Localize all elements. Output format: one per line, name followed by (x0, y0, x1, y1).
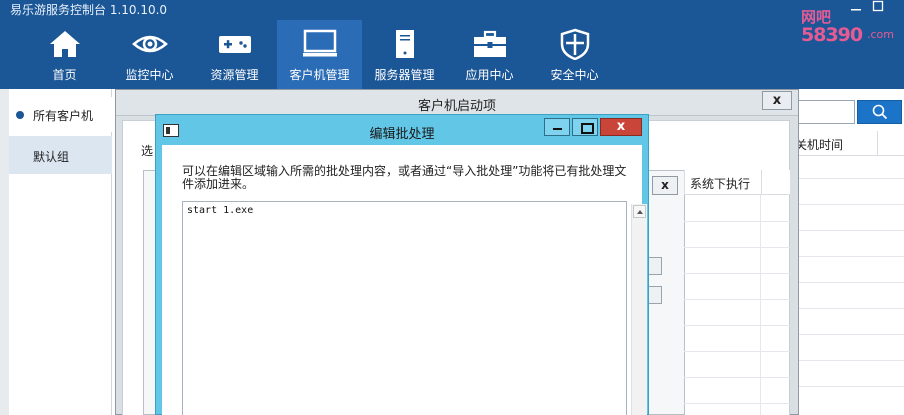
search-input[interactable] (798, 100, 855, 124)
scroll-up-icon[interactable] (633, 205, 646, 218)
nav-label: 首页 (52, 68, 77, 82)
scroll-button[interactable] (648, 257, 662, 275)
tree-item-label: 所有客户机 (33, 109, 94, 123)
table-row (684, 403, 790, 404)
close-button[interactable]: x (762, 91, 792, 110)
table-row (684, 351, 790, 352)
client-table-column (790, 131, 904, 415)
column-header-shutdown-time: 关机时间 (795, 138, 844, 152)
table-row (790, 386, 904, 387)
table-row (684, 273, 790, 274)
scroll-button[interactable] (648, 286, 662, 304)
nav-label: 资源管理 (210, 68, 259, 82)
nav-label: 安全中心 (550, 68, 599, 82)
table-header: 关机时间 (790, 131, 904, 156)
nav-monitor-center[interactable]: 监控中心 (107, 20, 192, 89)
column-divider (761, 170, 762, 195)
dialog-description: 可以在编辑区域输入所需的批处理内容，或者通过“导入批处理”功能将已有批处理文件添… (182, 164, 627, 191)
search-button[interactable] (857, 100, 902, 124)
watermark-line3: .com (867, 28, 894, 41)
close-button[interactable]: x (600, 118, 642, 136)
table-row (790, 178, 904, 179)
table-row (684, 221, 790, 222)
tree-item-label: 默认组 (33, 150, 70, 164)
table-row (684, 325, 790, 326)
tree-item-all-clients[interactable]: 所有客户机 (9, 97, 112, 132)
bullet-icon (16, 111, 24, 119)
nav-label: 监控中心 (125, 68, 174, 82)
nav-home[interactable]: 首页 (22, 20, 107, 89)
table-row (684, 299, 790, 300)
minimize-button[interactable] (544, 118, 570, 136)
dialog-body: 可以在编辑区域输入所需的批处理内容，或者通过“导入批处理”功能将已有批处理文件添… (162, 145, 647, 415)
gamepad-icon (219, 36, 251, 53)
nav-resource-management[interactable]: 资源管理 (192, 20, 277, 89)
table-header: 系统下执行 (684, 170, 790, 195)
vertical-scrollbar[interactable] (631, 204, 647, 415)
table-row (790, 204, 904, 205)
nav-label: 应用中心 (465, 68, 514, 82)
toolbox-icon (474, 30, 506, 57)
column-divider (760, 195, 761, 415)
column-divider (877, 131, 878, 156)
app-title: 易乐游服务控制台 1.10.10.0 (10, 3, 168, 17)
maximize-button[interactable] (572, 118, 598, 136)
table-row (790, 282, 904, 283)
home-icon (50, 31, 80, 57)
table-row (790, 308, 904, 309)
dialog-title: 客户机启动项 (417, 99, 496, 114)
edit-batch-dialog: 编辑批处理 x 可以在编辑区域输入所需的批处理内容，或者通过“导入批处理”功能将… (155, 114, 649, 415)
table-row (790, 256, 904, 257)
nav-app-center[interactable]: 应用中心 (447, 20, 532, 89)
eye-icon (132, 35, 168, 53)
dialog-titlebar: 客户机启动项 x (116, 90, 798, 116)
batch-editor[interactable]: start 1.exe (182, 201, 647, 415)
monitor-icon (303, 29, 337, 57)
nav-label: 服务器管理 (374, 68, 435, 82)
watermark-logo: 网吧 58390 .com (797, 4, 904, 48)
select-label: 选 (141, 144, 154, 158)
shield-icon (560, 28, 590, 60)
nav-server-management[interactable]: 服务器管理 (362, 20, 447, 89)
table-row (790, 230, 904, 231)
table-row (684, 377, 790, 378)
main-nav: 首页 监控中心 资源管理 客户机管理 服务器管理 应用中心 安全中心 (22, 20, 617, 89)
table-row (790, 360, 904, 361)
panel-edge (0, 89, 9, 415)
dialog-titlebar: 编辑批处理 x (156, 115, 648, 145)
nav-security-center[interactable]: 安全中心 (532, 20, 617, 89)
tree-item-default-group[interactable]: 默认组 (9, 136, 112, 174)
nav-client-management[interactable]: 客户机管理 (277, 20, 362, 89)
app-header: 易乐游服务控制台 1.10.10.0 首页 监控中心 资源管理 客户机管理 服务… (0, 0, 904, 89)
search-icon (872, 104, 888, 120)
batch-editor-text[interactable]: start 1.exe (187, 205, 253, 216)
column-header-system-exec: 系统下执行 (690, 177, 751, 191)
watermark-line2: 58390 (801, 24, 863, 46)
table-row (790, 334, 904, 335)
server-icon (396, 30, 414, 58)
table-row (684, 247, 790, 248)
panel-close-button[interactable]: x (652, 176, 678, 195)
nav-label: 客户机管理 (289, 68, 350, 82)
